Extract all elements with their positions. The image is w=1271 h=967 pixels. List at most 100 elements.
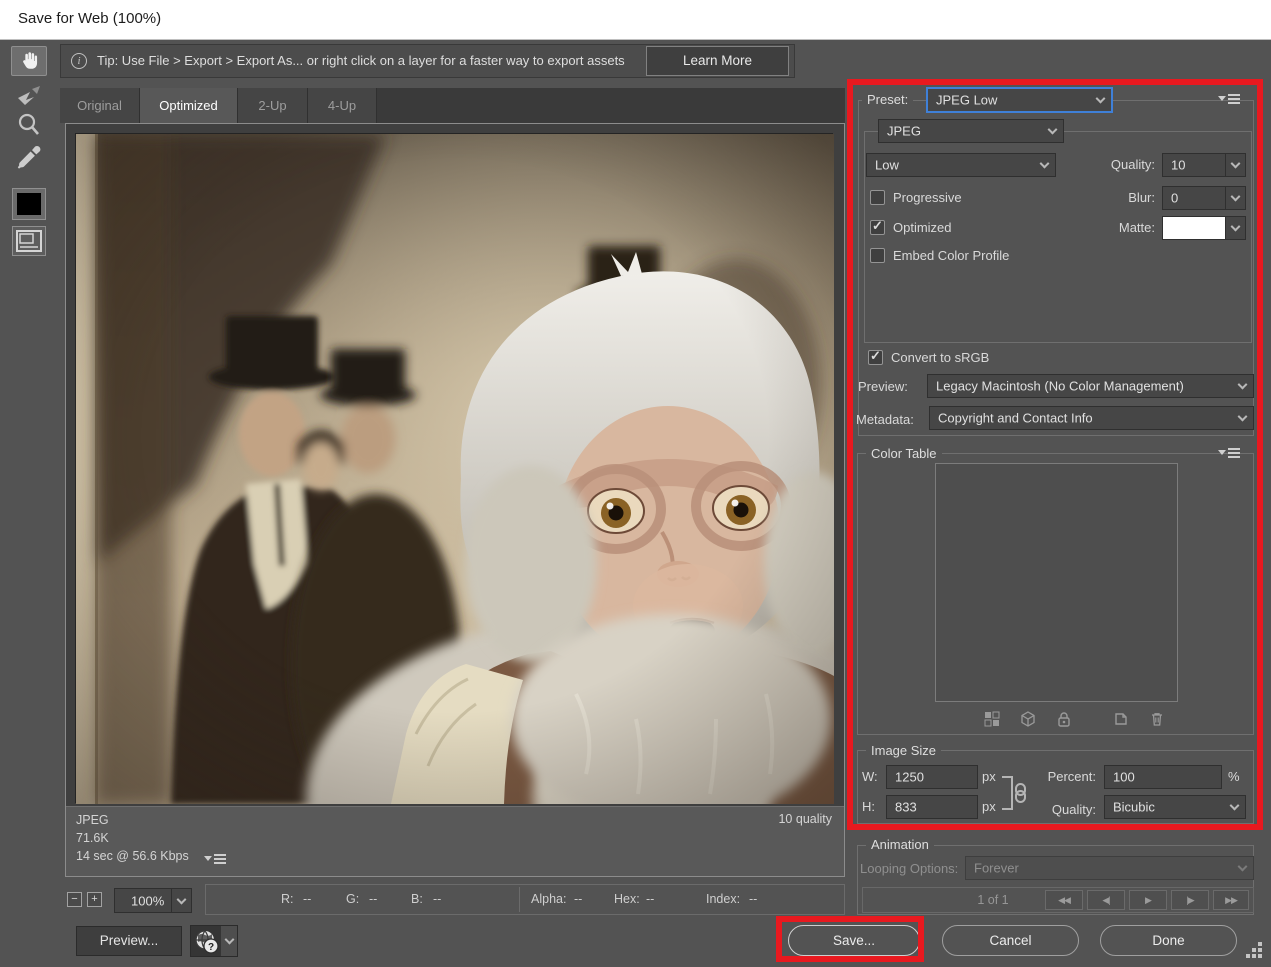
chevron-down-icon	[1238, 862, 1248, 872]
delete-color-icon[interactable]	[1149, 711, 1165, 727]
status-format: JPEG	[76, 813, 109, 827]
save-button[interactable]: Save...	[788, 925, 920, 956]
new-color-icon[interactable]	[1113, 711, 1129, 727]
preview-mode-select[interactable]: Legacy Macintosh (No Color Management)	[927, 374, 1254, 398]
percent-field[interactable]: 100	[1104, 765, 1222, 789]
cube-transparency-icon[interactable]	[1020, 711, 1036, 727]
tab-original[interactable]: Original	[60, 88, 140, 123]
chevron-down-icon	[1048, 125, 1058, 135]
compression-value: Low	[875, 158, 899, 173]
optimize-status-bar: JPEG 71.6K 14 sec @ 56.6 Kbps 10 quality	[66, 806, 844, 876]
save-for-web-dialog: Save for Web (100%) i Tip: Use File > Ex…	[0, 0, 1271, 967]
metadata-value: Copyright and Contact Info	[938, 411, 1093, 426]
zoom-level-select[interactable]: 100%	[114, 888, 192, 913]
zoom-out-button[interactable]: −	[67, 892, 82, 907]
metadata-select[interactable]: Copyright and Contact Info	[929, 406, 1254, 430]
previous-frame-button[interactable]: ◀|	[1087, 890, 1125, 910]
hand-tool-button[interactable]	[11, 46, 47, 76]
first-frame-button[interactable]: ◀◀	[1045, 890, 1083, 910]
matte-label: Matte:	[1095, 220, 1155, 235]
format-value: JPEG	[887, 124, 921, 139]
chevron-down-icon	[225, 935, 235, 945]
play-button[interactable]: ▶	[1129, 890, 1167, 910]
last-frame-button[interactable]: ▶▶	[1213, 890, 1249, 910]
link-dimensions-icon[interactable]	[1000, 770, 1034, 821]
compression-select[interactable]: Low	[866, 153, 1056, 177]
tab-2up[interactable]: 2-Up	[238, 88, 308, 123]
width-field[interactable]: 1250	[886, 765, 978, 789]
eyedropper-tool-icon	[15, 157, 43, 174]
slice-select-tool-button[interactable]	[15, 84, 43, 108]
eyedropper-tool-button[interactable]	[15, 144, 43, 170]
preview-image[interactable]	[75, 133, 833, 803]
tab-optimized[interactable]: Optimized	[140, 88, 238, 123]
blur-field[interactable]: 0	[1162, 186, 1246, 210]
color-table-swatches-area[interactable]	[935, 463, 1178, 702]
eyedropper-color-swatch[interactable]	[12, 188, 46, 220]
zoom-level-value: 100%	[131, 893, 164, 908]
percent-unit: %	[1228, 769, 1240, 784]
animation-frame-bar: 1 of 1 ◀◀ ◀| ▶ |▶ ▶▶	[862, 887, 1254, 913]
chevron-down-icon	[1238, 380, 1248, 390]
progressive-checkbox[interactable]	[870, 190, 885, 205]
cancel-button[interactable]: Cancel	[942, 925, 1079, 956]
color-readout-bar: R: -- G: -- B: -- Alpha: -- Hex: -- Inde…	[205, 884, 845, 915]
optimized-checkbox[interactable]	[870, 220, 885, 235]
browser-preview-select[interactable]: ?	[190, 925, 238, 957]
chevron-down-icon	[1040, 159, 1050, 169]
blur-label: Blur:	[1095, 190, 1155, 205]
done-button[interactable]: Done	[1100, 925, 1237, 956]
tab-4up[interactable]: 4-Up	[308, 88, 377, 123]
snap-to-web-palette-icon[interactable]	[984, 711, 1000, 727]
zoom-in-button[interactable]: +	[87, 892, 102, 907]
readout-index-value: --	[749, 892, 757, 906]
preview-in-browser-button[interactable]: Preview...	[76, 926, 182, 956]
resample-quality-value: Bicubic	[1113, 800, 1155, 815]
current-color-swatch	[17, 193, 41, 215]
preset-label: Preset:	[862, 92, 913, 107]
toggle-slices-button[interactable]	[12, 226, 46, 256]
learn-more-button[interactable]: Learn More	[646, 46, 789, 76]
readout-alpha-label: Alpha:	[531, 892, 566, 906]
svg-text:?: ?	[208, 942, 214, 953]
matte-color-swatch	[1163, 217, 1225, 239]
quality-field[interactable]: 10	[1162, 153, 1246, 177]
height-value: 833	[895, 800, 917, 815]
next-frame-button[interactable]: |▶	[1171, 890, 1209, 910]
frame-counter: 1 of 1	[943, 893, 1043, 907]
readout-b-label: B:	[411, 892, 423, 906]
quality-chevron-box	[1225, 154, 1245, 176]
format-select[interactable]: JPEG	[878, 119, 1064, 143]
preset-panel-menu-icon[interactable]	[1218, 93, 1240, 104]
resample-quality-select[interactable]: Bicubic	[1104, 795, 1246, 819]
looping-options-value: Forever	[974, 861, 1019, 876]
embed-color-profile-checkbox[interactable]	[870, 248, 885, 263]
color-table-menu-icon[interactable]	[1218, 447, 1240, 458]
preview-mode-label: Preview:	[858, 379, 908, 394]
animation-title: Animation	[866, 837, 934, 852]
download-speed-menu-icon[interactable]	[204, 853, 226, 864]
blur-value: 0	[1171, 191, 1178, 206]
looping-options-select[interactable]: Forever	[965, 856, 1254, 880]
readout-g-value: --	[369, 892, 377, 906]
zoom-tool-button[interactable]	[16, 112, 42, 138]
readout-r-label: R:	[281, 892, 294, 906]
convert-srgb-label: Convert to sRGB	[891, 350, 989, 365]
lock-color-icon[interactable]	[1056, 711, 1072, 727]
zoom-tool-icon	[16, 125, 42, 142]
browser-select-chevron	[221, 926, 237, 956]
status-download-time: 14 sec @ 56.6 Kbps	[76, 849, 189, 863]
chevron-down-icon	[1231, 192, 1241, 202]
quality-value: 10	[1171, 158, 1185, 173]
window-resize-grip[interactable]	[1246, 942, 1268, 964]
height-field[interactable]: 833	[886, 795, 978, 819]
readout-index-label: Index:	[706, 892, 740, 906]
preset-select[interactable]: JPEG Low	[926, 87, 1113, 113]
convert-srgb-checkbox[interactable]	[868, 350, 883, 365]
metadata-label: Metadata:	[856, 412, 914, 427]
chevron-down-icon	[177, 894, 187, 904]
readout-g-label: G:	[346, 892, 359, 906]
slice-select-tool-icon	[15, 95, 43, 112]
height-unit: px	[982, 799, 996, 814]
matte-select[interactable]	[1162, 216, 1246, 240]
